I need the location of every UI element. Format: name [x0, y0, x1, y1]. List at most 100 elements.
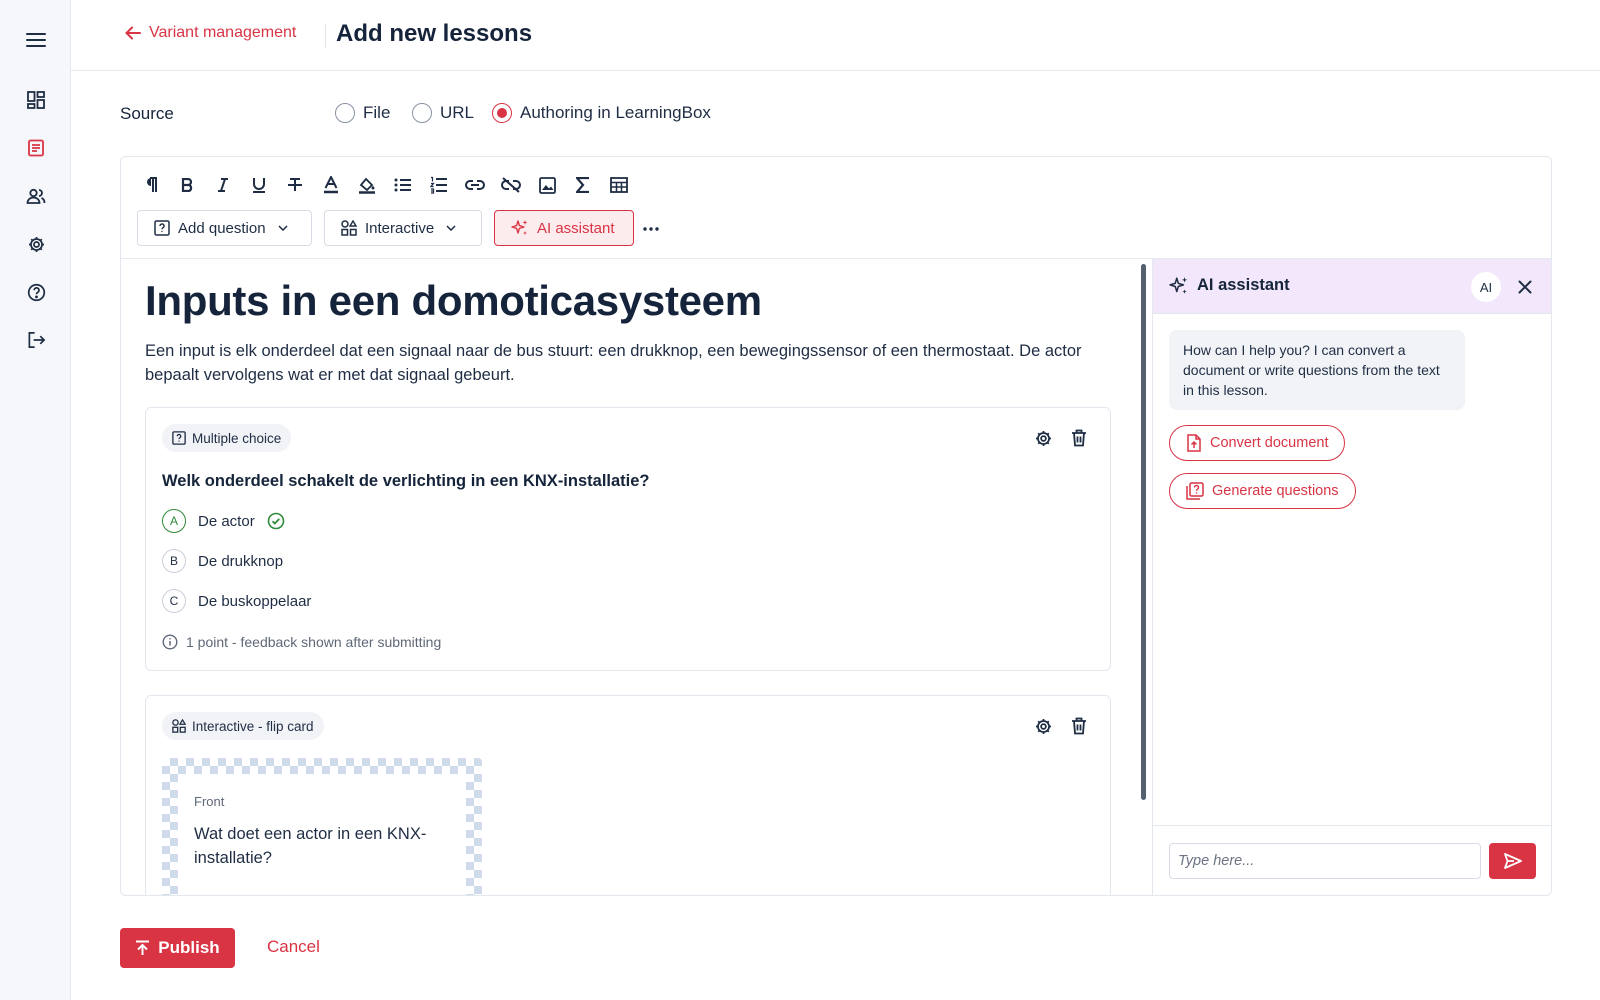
- lesson-title[interactable]: Inputs in een domoticasysteem: [145, 277, 762, 325]
- flip-card-side-label: Front: [194, 794, 225, 809]
- answer-option[interactable]: B De drukknop: [162, 549, 283, 573]
- editor-toolbar: Add question Interactive AI assistant: [121, 157, 1551, 259]
- ai-chat-input[interactable]: [1169, 843, 1481, 879]
- underline-icon[interactable]: [245, 171, 273, 199]
- formula-icon[interactable]: [569, 171, 597, 199]
- send-button[interactable]: [1489, 843, 1536, 879]
- ai-assistant-label: AI assistant: [537, 219, 615, 237]
- lessons-icon[interactable]: [23, 135, 49, 161]
- strikethrough-icon[interactable]: [281, 171, 309, 199]
- logout-icon[interactable]: [23, 327, 49, 353]
- question-info: 1 point - feedback shown after submittin…: [162, 634, 441, 650]
- upload-icon: [136, 940, 150, 955]
- ai-assistant-button[interactable]: AI assistant: [494, 210, 634, 246]
- add-question-dropdown[interactable]: Add question: [137, 210, 312, 246]
- answer-text: De drukknop: [198, 552, 284, 570]
- answer-option[interactable]: C De buskoppelaar: [162, 589, 311, 613]
- users-icon[interactable]: [23, 183, 49, 209]
- answer-option[interactable]: A De actor: [162, 509, 285, 533]
- radio-button-selected[interactable]: [492, 103, 512, 123]
- radio-label: File: [363, 103, 391, 122]
- sparkle-icon: [511, 220, 528, 235]
- answer-text: De actor: [198, 512, 255, 530]
- questions-icon: [1186, 482, 1204, 500]
- table-icon[interactable]: [605, 171, 633, 199]
- bullet-list-icon[interactable]: [389, 171, 417, 199]
- trash-icon[interactable]: [1067, 714, 1091, 738]
- dashboard-icon[interactable]: [23, 87, 49, 113]
- more-options-icon[interactable]: [637, 215, 665, 243]
- interactive-icon: [341, 220, 357, 236]
- gear-icon[interactable]: [1031, 714, 1055, 738]
- menu-icon[interactable]: [23, 27, 49, 53]
- gear-icon[interactable]: [1031, 426, 1055, 450]
- radio-label: URL: [440, 103, 475, 122]
- link-icon[interactable]: [461, 171, 489, 199]
- question-text[interactable]: Welk onderdeel schakelt de verlichting i…: [162, 472, 650, 491]
- question-icon: [154, 220, 170, 236]
- trash-icon[interactable]: [1067, 426, 1091, 450]
- help-icon[interactable]: [23, 279, 49, 305]
- back-link-label: Variant management: [149, 24, 297, 41]
- convert-document-label: Convert document: [1210, 435, 1329, 451]
- question-type-badge: Multiple choice: [162, 424, 292, 452]
- page-title: Add new lessons: [336, 20, 533, 47]
- interactive-label: Interactive: [365, 219, 435, 237]
- publish-button[interactable]: Publish: [120, 928, 235, 968]
- badge-label: Interactive - flip card: [192, 718, 314, 734]
- radio-label: Authoring in LearningBox: [520, 103, 711, 122]
- image-icon[interactable]: [533, 171, 561, 199]
- unlink-icon[interactable]: [497, 171, 525, 199]
- ai-panel-header: AI assistant AI: [1153, 259, 1551, 314]
- source-radio-authoring[interactable]: Authoring in LearningBox: [492, 103, 711, 123]
- chevron-down-icon: [278, 225, 288, 231]
- flip-card-content: Front Wat doet een actor in een KNX-inst…: [178, 774, 466, 895]
- content-scrollbar[interactable]: [1141, 264, 1146, 800]
- back-link[interactable]: Variant management: [125, 24, 296, 42]
- generate-questions-button[interactable]: Generate questions: [1169, 473, 1356, 509]
- settings-icon[interactable]: [23, 231, 49, 257]
- interactive-dropdown[interactable]: Interactive: [324, 210, 482, 246]
- answer-letter: B: [162, 549, 186, 573]
- multiple-choice-card: Multiple choice Welk onderdeel schakelt …: [145, 407, 1111, 671]
- source-radio-url[interactable]: URL: [412, 103, 474, 123]
- close-icon[interactable]: [1512, 274, 1538, 300]
- lesson-body[interactable]: Een input is elk onderdeel dat een signa…: [145, 339, 1115, 387]
- text-color-icon[interactable]: [317, 171, 345, 199]
- info-icon: [162, 634, 178, 650]
- add-question-label: Add question: [178, 219, 266, 237]
- ai-message: How can I help you? I can convert a docu…: [1169, 330, 1465, 410]
- left-sidebar: [0, 0, 71, 1000]
- send-icon: [1503, 853, 1522, 869]
- convert-document-button[interactable]: Convert document: [1169, 425, 1346, 461]
- chevron-down-icon: [446, 225, 456, 231]
- italic-icon[interactable]: [209, 171, 237, 199]
- page-header: Variant management Add new lessons: [71, 0, 1600, 71]
- ai-chat-footer: [1153, 825, 1551, 895]
- lesson-content[interactable]: Inputs in een domoticasysteem Een input …: [121, 259, 1151, 895]
- ai-assistant-panel: AI assistant AI How can I help you? I ca…: [1152, 259, 1551, 895]
- paragraph-icon[interactable]: [137, 171, 165, 199]
- file-upload-icon: [1187, 434, 1201, 452]
- cancel-button[interactable]: Cancel: [267, 937, 320, 957]
- flip-card-front[interactable]: Front Wat doet een actor in een KNX-inst…: [162, 758, 482, 895]
- answer-letter: C: [162, 589, 186, 613]
- lesson-editor: Add question Interactive AI assistant In…: [120, 156, 1552, 896]
- header-divider: [325, 24, 326, 48]
- sparkle-icon: [1169, 277, 1188, 294]
- publish-label: Publish: [158, 938, 220, 957]
- flip-card-block: Interactive - flip card Front Wat doet e…: [145, 695, 1111, 895]
- radio-button[interactable]: [412, 103, 432, 123]
- highlight-icon[interactable]: [353, 171, 381, 199]
- radio-button[interactable]: [335, 103, 355, 123]
- generate-questions-label: Generate questions: [1212, 483, 1339, 499]
- answer-letter: A: [162, 509, 186, 533]
- numbered-list-icon[interactable]: [425, 171, 453, 199]
- ai-panel-title: AI assistant: [1197, 276, 1290, 294]
- question-type-badge: Interactive - flip card: [162, 712, 324, 740]
- flip-card-text[interactable]: Wat doet een actor in een KNX-installati…: [194, 822, 444, 870]
- source-radio-file[interactable]: File: [335, 103, 390, 123]
- avatar: AI: [1471, 272, 1501, 302]
- arrow-left-icon: [125, 26, 141, 40]
- bold-icon[interactable]: [173, 171, 201, 199]
